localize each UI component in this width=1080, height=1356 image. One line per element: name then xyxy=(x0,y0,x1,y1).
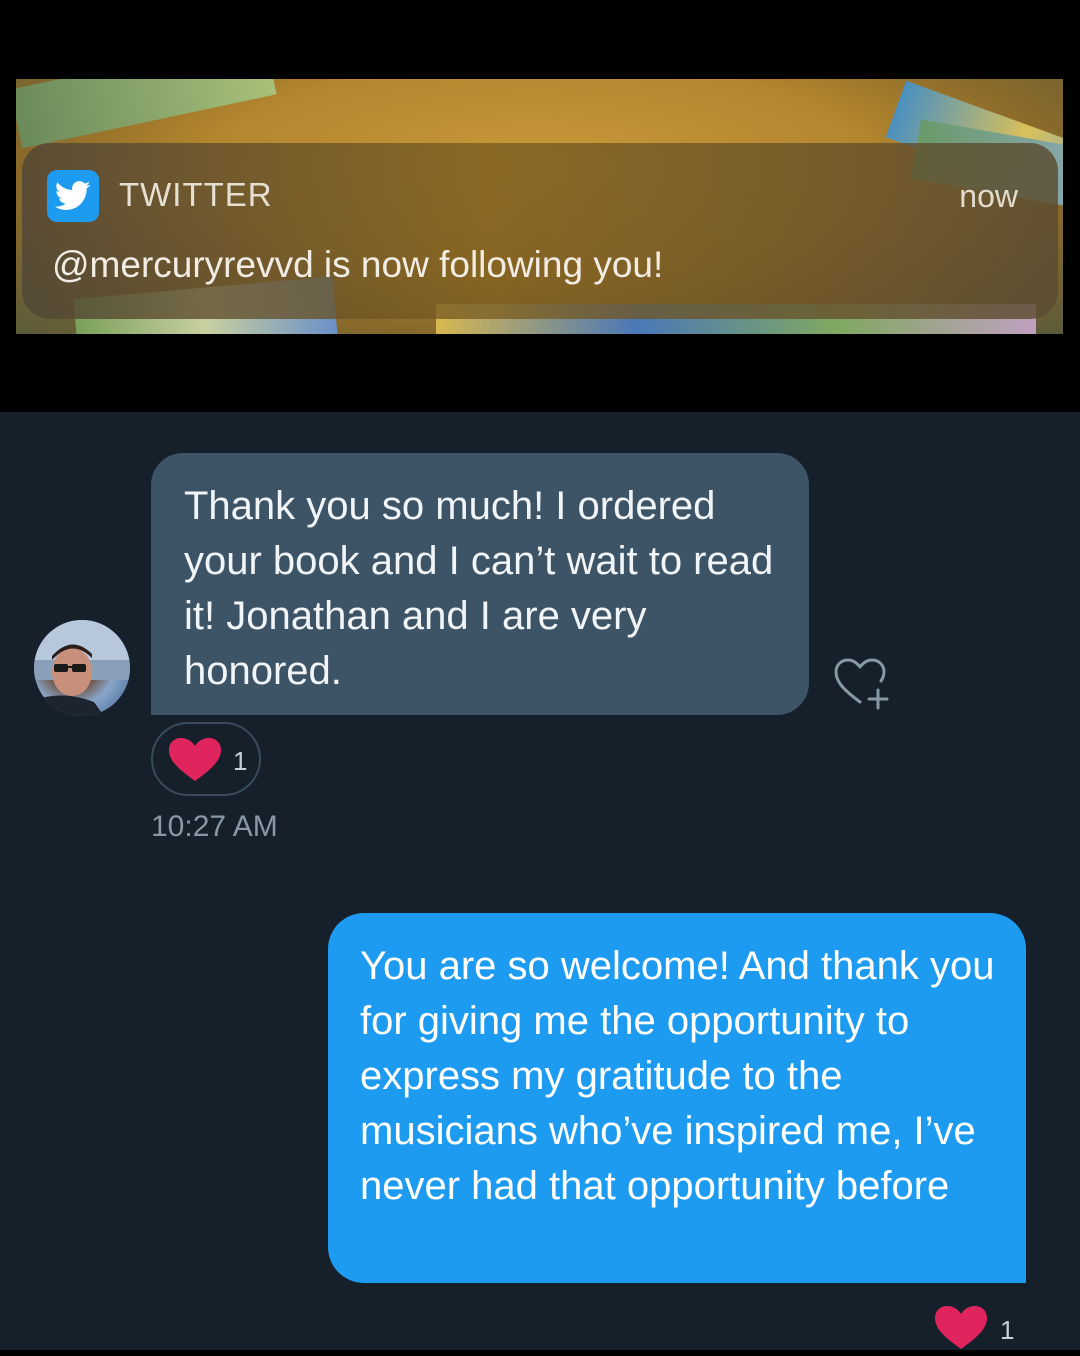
incoming-message-bubble[interactable]: Thank you so much! I ordered your book a… xyxy=(151,453,809,715)
outgoing-message-bubble[interactable]: You are so welcome! And thank you for gi… xyxy=(328,913,1026,1283)
heart-icon xyxy=(169,738,221,781)
message-timestamp: 10:27 AM xyxy=(151,810,278,843)
notification-message: @mercuryrevvd is now following you! xyxy=(52,244,664,285)
notification-time: now xyxy=(959,178,1018,214)
reaction-count: 1 xyxy=(1000,1315,1015,1345)
add-reaction-icon[interactable] xyxy=(834,658,892,710)
heart-icon xyxy=(935,1306,987,1349)
notification-banner[interactable] xyxy=(22,143,1058,319)
twitter-bird-icon xyxy=(47,170,99,222)
incoming-reaction-badge[interactable]: 1 xyxy=(151,722,261,796)
avatar[interactable] xyxy=(34,620,130,716)
reaction-count: 1 xyxy=(233,746,248,776)
outgoing-reaction-badge[interactable]: 1 xyxy=(933,1305,1015,1350)
notification-app-name: TWITTER xyxy=(119,176,273,213)
